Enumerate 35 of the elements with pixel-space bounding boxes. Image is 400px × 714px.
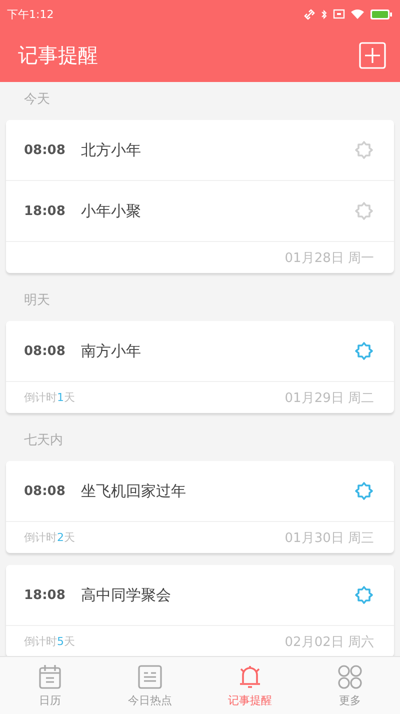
section-label: 今天 (23, 91, 51, 109)
event-title: 小年小聚 (81, 202, 142, 220)
event-title: 北方小年 (81, 140, 142, 160)
tab[interactable]: 日历 (0, 657, 100, 714)
wifi-icon (351, 9, 364, 19)
event-time: 18:08 (24, 204, 66, 218)
event-date: 01月30日 周三 (284, 530, 374, 546)
newspaper-icon (136, 663, 164, 691)
battery-icon (370, 8, 392, 20)
section-label: 明天 (23, 292, 51, 310)
countdown-text: 倒计时1天 (24, 390, 75, 405)
grid-icon (336, 663, 364, 691)
event-time: 18:08 (24, 588, 66, 602)
event-time: 08:08 (24, 142, 66, 158)
tab[interactable]: 记事提醒 (200, 657, 300, 714)
page-title: 记事提醒 (18, 42, 98, 68)
section-label: 七天内 (23, 432, 64, 450)
event-title: 坐飞机回家过年 (81, 482, 187, 500)
sim-icon (333, 9, 345, 19)
event-time: 08:08 (24, 484, 66, 498)
event-date: 01月28日 周一 (284, 250, 374, 266)
add-button[interactable] (359, 42, 386, 68)
event-title: 高中同学聚会 (81, 586, 172, 604)
status-time: 下午1:12 (7, 6, 54, 22)
countdown-text: 倒计时2天 (24, 530, 75, 545)
calendar-icon (36, 663, 64, 691)
link-icon (304, 8, 315, 20)
countdown-text: 倒计时5天 (24, 634, 75, 649)
event-time: 08:08 (24, 344, 66, 358)
event-date: 01月29日 周二 (284, 390, 374, 406)
event-title: 南方小年 (81, 342, 142, 360)
tab[interactable]: 更多 (300, 657, 400, 714)
bluetooth-icon (321, 8, 327, 20)
tab[interactable]: 今日热点 (100, 657, 200, 714)
event-date: 02月02日 周六 (284, 634, 374, 650)
